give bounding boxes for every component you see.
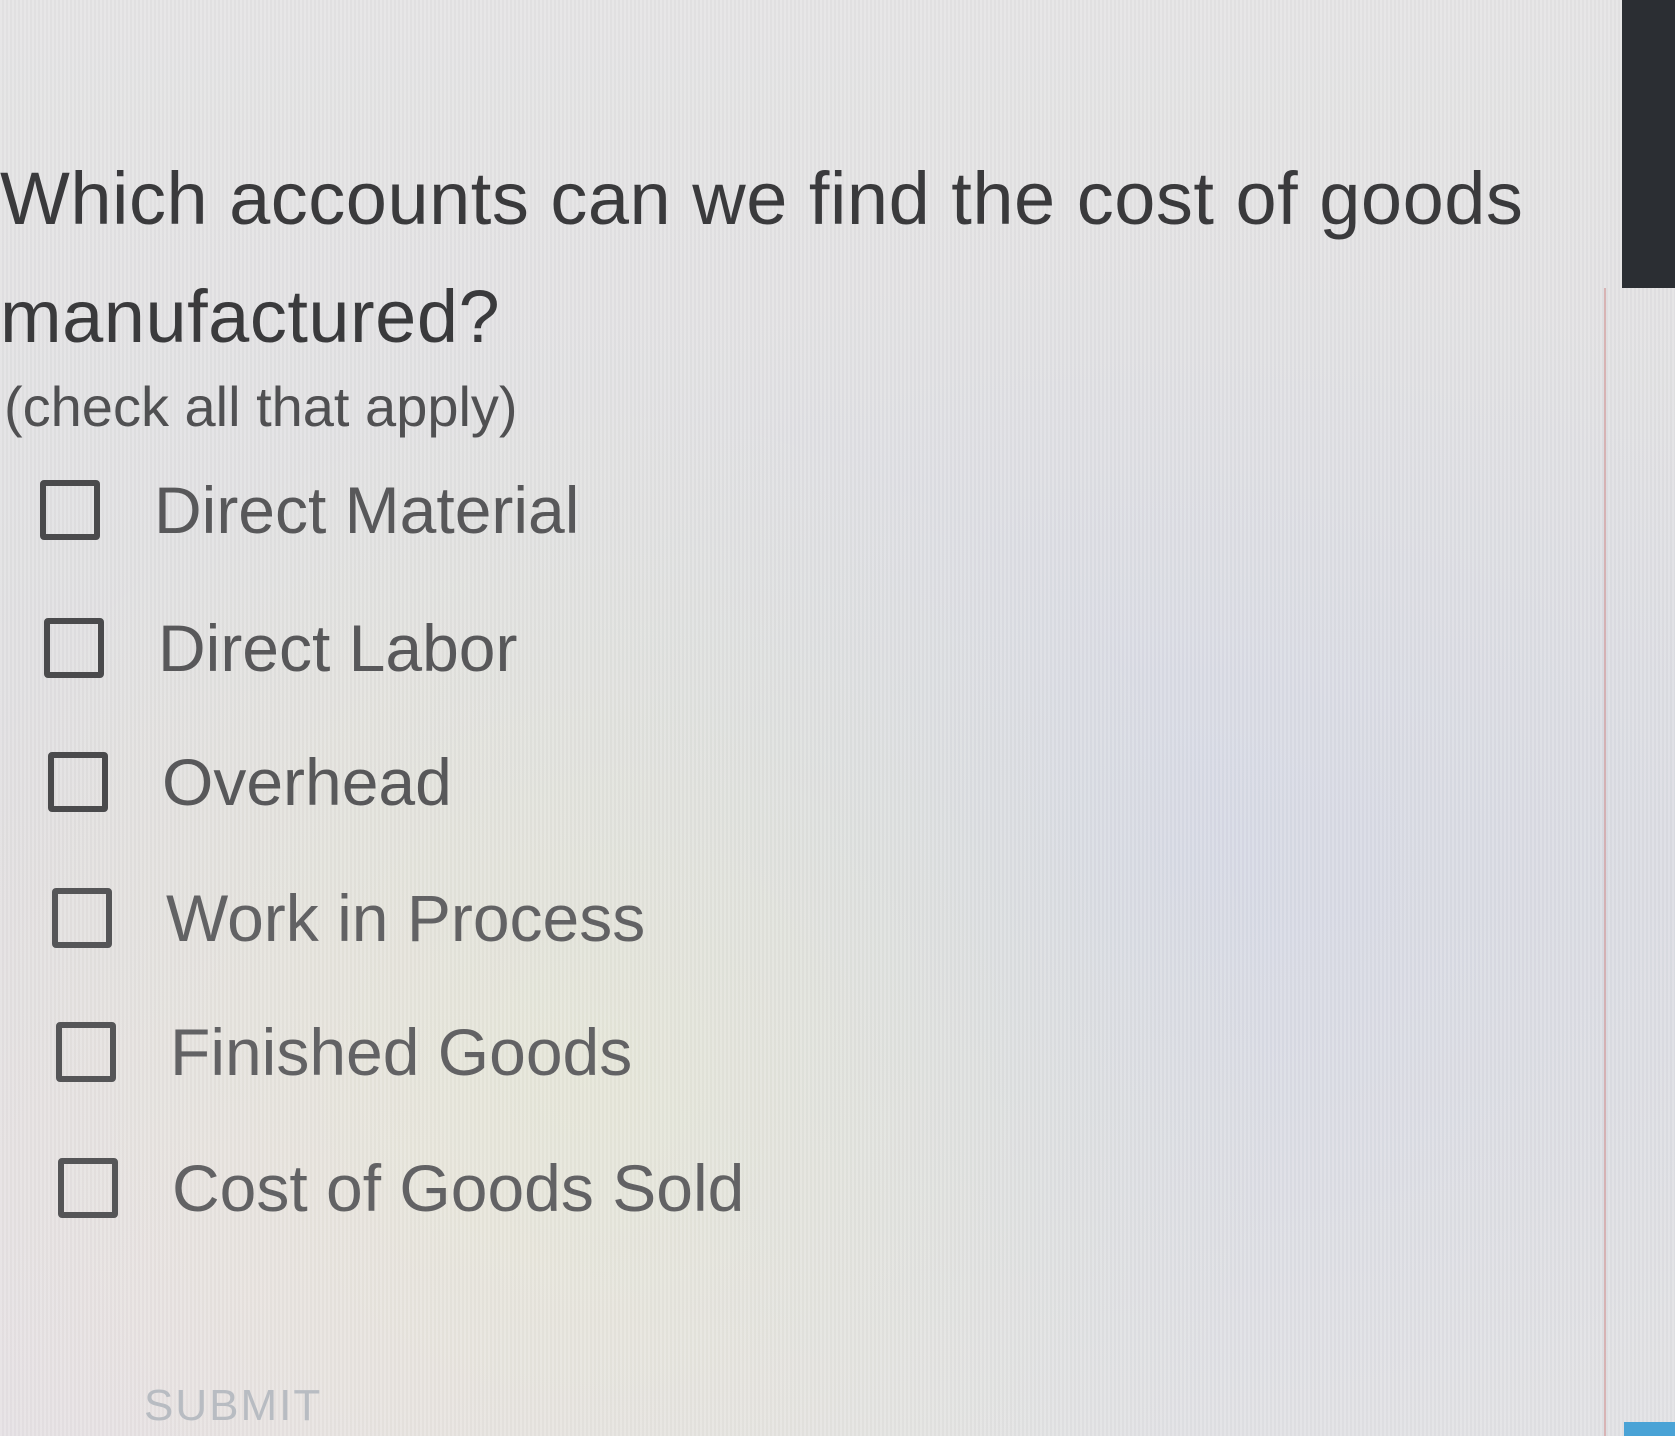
checkbox[interactable]: [56, 1022, 116, 1082]
checkbox[interactable]: [44, 618, 104, 678]
panel-divider: [1604, 288, 1606, 1436]
option-direct-material[interactable]: Direct Material: [40, 470, 579, 550]
question-hint: (check all that apply): [4, 375, 518, 438]
submit-button[interactable]: SUBMIT: [130, 1376, 336, 1436]
option-overhead[interactable]: Overhead: [48, 742, 452, 822]
option-cost-of-goods-sold[interactable]: Cost of Goods Sold: [58, 1148, 744, 1228]
option-label: Finished Goods: [170, 1015, 633, 1089]
option-label: Direct Labor: [158, 611, 518, 685]
accent-strip: [1624, 1422, 1675, 1436]
option-finished-goods[interactable]: Finished Goods: [56, 1012, 632, 1092]
option-work-in-process[interactable]: Work in Process: [52, 878, 645, 958]
checkbox[interactable]: [58, 1158, 118, 1218]
option-label: Cost of Goods Sold: [172, 1151, 745, 1225]
option-label: Overhead: [162, 745, 452, 819]
side-panel-dark-bar: [1622, 0, 1675, 288]
checkbox[interactable]: [48, 752, 108, 812]
option-direct-labor[interactable]: Direct Labor: [44, 608, 518, 688]
checkbox[interactable]: [52, 888, 112, 948]
option-label: Work in Process: [166, 881, 646, 955]
option-label: Direct Material: [154, 473, 580, 547]
checkbox[interactable]: [40, 480, 100, 540]
question-text: Which accounts can we find the cost of g…: [0, 157, 1524, 358]
